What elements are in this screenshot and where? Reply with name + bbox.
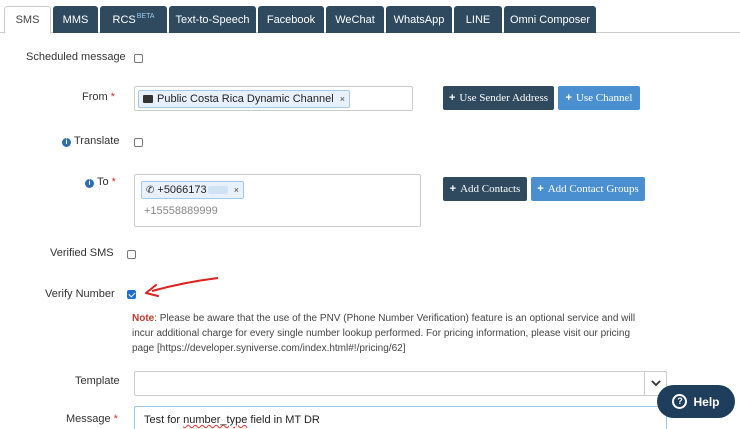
- plus-icon: +: [537, 183, 544, 195]
- pricing-link[interactable]: [https://developer.syniverse.com/index.h…: [157, 343, 405, 354]
- template-label: Template: [75, 375, 120, 387]
- add-contacts-button[interactable]: + Add Contacts: [443, 177, 527, 201]
- from-chip-remove-icon[interactable]: ×: [340, 94, 345, 104]
- plus-icon: +: [448, 92, 456, 104]
- add-contact-groups-button[interactable]: + Add Contact Groups: [531, 177, 645, 201]
- translate-checkbox[interactable]: [134, 138, 143, 147]
- tab-line[interactable]: LINE: [454, 6, 502, 33]
- tab-facebook-label: Facebook: [266, 13, 316, 26]
- to-label: i To *: [85, 176, 116, 188]
- tab-facebook[interactable]: Facebook: [258, 6, 324, 33]
- message-text: Test for number_type field in MT DR: [144, 414, 320, 426]
- verified-sms-label: Verified SMS: [50, 247, 114, 259]
- redacted-number: [207, 186, 228, 194]
- plus-icon: +: [565, 92, 572, 104]
- add-contacts-label: Add Contacts: [460, 183, 521, 195]
- tab-sms[interactable]: SMS: [4, 6, 51, 34]
- to-placeholder: +15558889999: [144, 205, 218, 217]
- tab-mms-label: MMS: [62, 13, 89, 26]
- channel-icon: [143, 95, 153, 103]
- to-input[interactable]: ✆ +5066173 × +15558889999: [134, 174, 421, 227]
- use-channel-button[interactable]: + Use Channel: [558, 86, 640, 110]
- from-chip: Public Costa Rica Dynamic Channel ×: [138, 90, 350, 108]
- pnv-note: Note: Please be aware that the use of th…: [132, 311, 642, 356]
- beta-badge: BETA: [136, 13, 155, 20]
- to-chip: ✆ +5066173 ×: [141, 181, 244, 199]
- template-select[interactable]: [134, 371, 667, 396]
- tab-whatsapp-label: WhatsApp: [393, 13, 445, 26]
- tab-wechat-label: WeChat: [335, 13, 375, 26]
- phone-icon: ✆: [146, 184, 155, 196]
- tab-omni-composer[interactable]: Omni Composer: [504, 6, 596, 33]
- tab-text-to-speech[interactable]: Text-to-Speech: [169, 6, 256, 33]
- plus-icon: +: [449, 183, 457, 195]
- tab-omni-label: Omni Composer: [509, 13, 591, 26]
- tab-mms[interactable]: MMS: [53, 6, 98, 33]
- tab-whatsapp[interactable]: WhatsApp: [386, 6, 452, 33]
- help-label: Help: [693, 394, 720, 409]
- use-sender-address-label: Use Sender Address: [459, 92, 549, 104]
- translate-label: i Translate: [62, 135, 119, 147]
- question-icon: ?: [672, 394, 688, 409]
- from-chip-label: Public Costa Rica Dynamic Channel: [157, 93, 334, 105]
- from-label: From *: [82, 91, 115, 103]
- arrow-annotation-icon: [145, 277, 219, 297]
- tab-sms-label: SMS: [15, 14, 40, 26]
- note-prefix: Note: [132, 313, 155, 324]
- verify-number-checkbox[interactable]: [127, 290, 136, 299]
- tab-wechat[interactable]: WeChat: [326, 6, 384, 33]
- message-textarea[interactable]: Test for number_type field in MT DR: [134, 406, 667, 429]
- add-contact-groups-label: Add Contact Groups: [547, 183, 639, 195]
- from-input[interactable]: Public Costa Rica Dynamic Channel ×: [134, 86, 413, 111]
- tab-line-label: LINE: [465, 13, 491, 26]
- use-sender-address-button[interactable]: + Use Sender Address: [443, 86, 554, 110]
- verify-number-label: Verify Number: [45, 288, 115, 300]
- tab-tts-label: Text-to-Speech: [175, 13, 250, 26]
- info-icon: i: [85, 179, 94, 188]
- scheduled-message-checkbox[interactable]: [134, 54, 143, 63]
- message-label: Message *: [66, 413, 118, 425]
- use-channel-label: Use Channel: [575, 92, 633, 104]
- verified-sms-checkbox[interactable]: [127, 250, 136, 259]
- info-icon: i: [62, 138, 71, 147]
- tab-rcs[interactable]: RCS BETA: [100, 6, 167, 33]
- tab-rcs-label: RCS: [112, 13, 136, 26]
- help-button[interactable]: ? Help: [657, 385, 735, 418]
- to-chip-remove-icon[interactable]: ×: [234, 185, 239, 195]
- to-chip-label: +5066173: [157, 184, 207, 196]
- scheduled-message-label: Scheduled message: [26, 51, 126, 63]
- channel-tabs: SMS MMS RCS BETA Text-to-Speech Facebook …: [0, 0, 740, 34]
